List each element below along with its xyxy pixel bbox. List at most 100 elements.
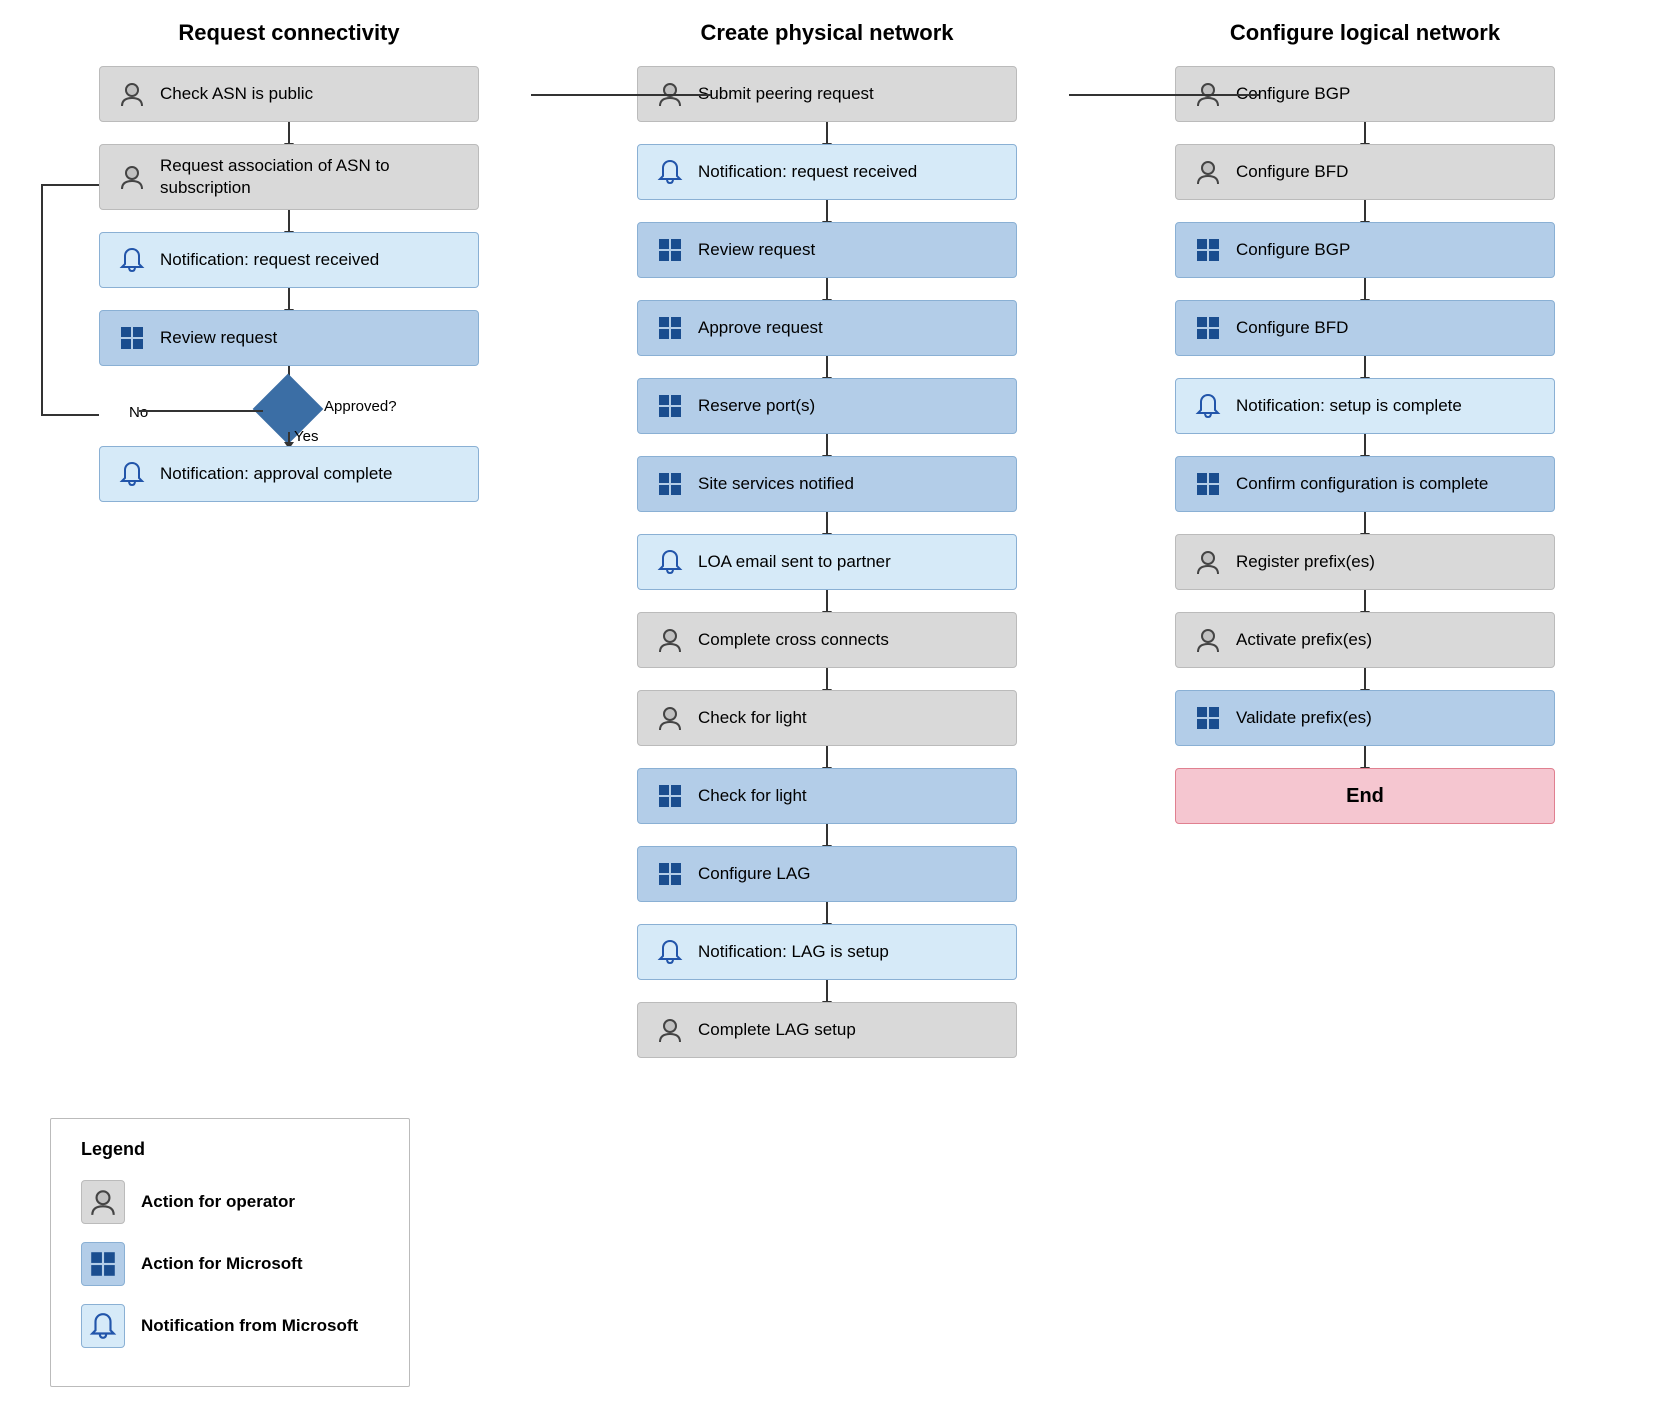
node-check-light-1: Check for light — [637, 690, 1017, 746]
col1-to-col2-connector — [531, 94, 711, 96]
node-text: Review request — [698, 239, 1000, 261]
windows-icon — [654, 312, 686, 344]
node-review-request-2: Review request — [637, 222, 1017, 278]
person-icon — [116, 161, 148, 193]
arrow — [826, 902, 828, 924]
arrow — [826, 356, 828, 378]
node-text: Submit peering request — [698, 83, 1000, 105]
node-text: Reserve port(s) — [698, 395, 1000, 417]
node-text: Configure BFD — [1236, 161, 1538, 183]
legend-item-microsoft: Action for Microsoft — [81, 1242, 379, 1286]
windows-icon — [1192, 468, 1224, 500]
node-loa-email: LOA email sent to partner — [637, 534, 1017, 590]
node-lag-setup-notification: Notification: LAG is setup — [637, 924, 1017, 980]
node-site-services: Site services notified — [637, 456, 1017, 512]
decision-label: Approved? — [324, 398, 397, 415]
bell-icon — [654, 156, 686, 188]
node-check-asn: Check ASN is public — [99, 66, 479, 122]
arrow — [826, 668, 828, 690]
node-text: Site services notified — [698, 473, 1000, 495]
windows-icon — [654, 234, 686, 266]
bottom-section: Legend Action for operator — [20, 1078, 1634, 1387]
col-header-1: Request connectivity — [23, 20, 556, 46]
node-text: Configure BFD — [1236, 317, 1538, 339]
node-text: Register prefix(es) — [1236, 551, 1538, 573]
node-text: Review request — [160, 327, 462, 349]
arrow — [288, 210, 290, 232]
node-text: Notification: request received — [160, 249, 462, 271]
arrow — [1364, 668, 1366, 690]
node-text: Activate prefix(es) — [1236, 629, 1538, 651]
node-configure-bfd-1: Configure BFD — [1175, 144, 1555, 200]
node-request-association: Request association of ASN to subscripti… — [99, 144, 479, 210]
arrow — [1364, 746, 1366, 768]
col-header-2: Create physical network — [561, 20, 1094, 46]
legend-item-operator: Action for operator — [81, 1180, 379, 1224]
arrow — [1364, 356, 1366, 378]
arrow — [826, 512, 828, 534]
node-setup-complete-notification: Notification: setup is complete — [1175, 378, 1555, 434]
windows-icon — [654, 468, 686, 500]
node-text: Notification: setup is complete — [1236, 395, 1538, 417]
legend-title: Legend — [81, 1139, 379, 1160]
col-header-3: Configure logical network — [1099, 20, 1632, 46]
column-request-connectivity: Check ASN is public Request association … — [47, 66, 531, 502]
node-activate-prefixes: Activate prefix(es) — [1175, 612, 1555, 668]
node-text: Complete cross connects — [698, 629, 1000, 651]
node-text: Configure BGP — [1236, 239, 1538, 261]
node-text: Notification: request received — [698, 161, 1000, 183]
node-text: Check ASN is public — [160, 83, 462, 105]
arrow — [1364, 512, 1366, 534]
arrow — [826, 200, 828, 222]
node-cross-connects: Complete cross connects — [637, 612, 1017, 668]
arrow — [826, 434, 828, 456]
node-approve-request: Approve request — [637, 300, 1017, 356]
node-text: Check for light — [698, 785, 1000, 807]
person-icon — [1192, 624, 1224, 656]
no-label: No — [129, 404, 148, 421]
node-configure-lag: Configure LAG — [637, 846, 1017, 902]
node-text: Complete LAG setup — [698, 1019, 1000, 1041]
legend-icon-microsoft — [81, 1242, 125, 1286]
arrow — [826, 122, 828, 144]
person-icon — [654, 624, 686, 656]
columns-header: Request connectivity Create physical net… — [20, 20, 1634, 46]
node-text: Configure BGP — [1236, 83, 1538, 105]
arrow — [1364, 590, 1366, 612]
person-icon — [116, 78, 148, 110]
person-icon — [654, 702, 686, 734]
legend-icon-notification — [81, 1304, 125, 1348]
node-text: Confirm configuration is complete — [1236, 473, 1538, 495]
columns-body: Check ASN is public Request association … — [20, 66, 1634, 1058]
node-reserve-ports: Reserve port(s) — [637, 378, 1017, 434]
node-text: Notification: approval complete — [160, 463, 462, 485]
arrow — [1364, 122, 1366, 144]
node-notification-request: Notification: request received — [99, 232, 479, 288]
arrow — [826, 278, 828, 300]
arrow — [1364, 434, 1366, 456]
arrow — [826, 824, 828, 846]
legend-label-operator: Action for operator — [141, 1192, 295, 1212]
node-text: End — [1192, 783, 1538, 809]
node-notification-approval: Notification: approval complete — [99, 446, 479, 502]
windows-icon — [654, 390, 686, 422]
legend-label-microsoft: Action for Microsoft — [141, 1254, 303, 1274]
arrow — [826, 590, 828, 612]
node-complete-lag: Complete LAG setup — [637, 1002, 1017, 1058]
node-confirm-configuration: Confirm configuration is complete — [1175, 456, 1555, 512]
legend: Legend Action for operator — [50, 1118, 410, 1387]
node-text: LOA email sent to partner — [698, 551, 1000, 573]
column-configure-logical-network: Configure BGP Configure BFD — [1123, 66, 1607, 824]
col2-to-col3-connector — [1069, 94, 1259, 96]
node-text: Check for light — [698, 707, 1000, 729]
node-end: End — [1175, 768, 1555, 824]
yes-label: Yes — [294, 428, 318, 445]
node-check-light-2: Check for light — [637, 768, 1017, 824]
person-icon — [1192, 156, 1224, 188]
bell-icon — [1192, 390, 1224, 422]
node-text: Approve request — [698, 317, 1000, 339]
windows-icon — [1192, 702, 1224, 734]
windows-icon — [654, 858, 686, 890]
node-text: Configure LAG — [698, 863, 1000, 885]
arrow — [826, 980, 828, 1002]
